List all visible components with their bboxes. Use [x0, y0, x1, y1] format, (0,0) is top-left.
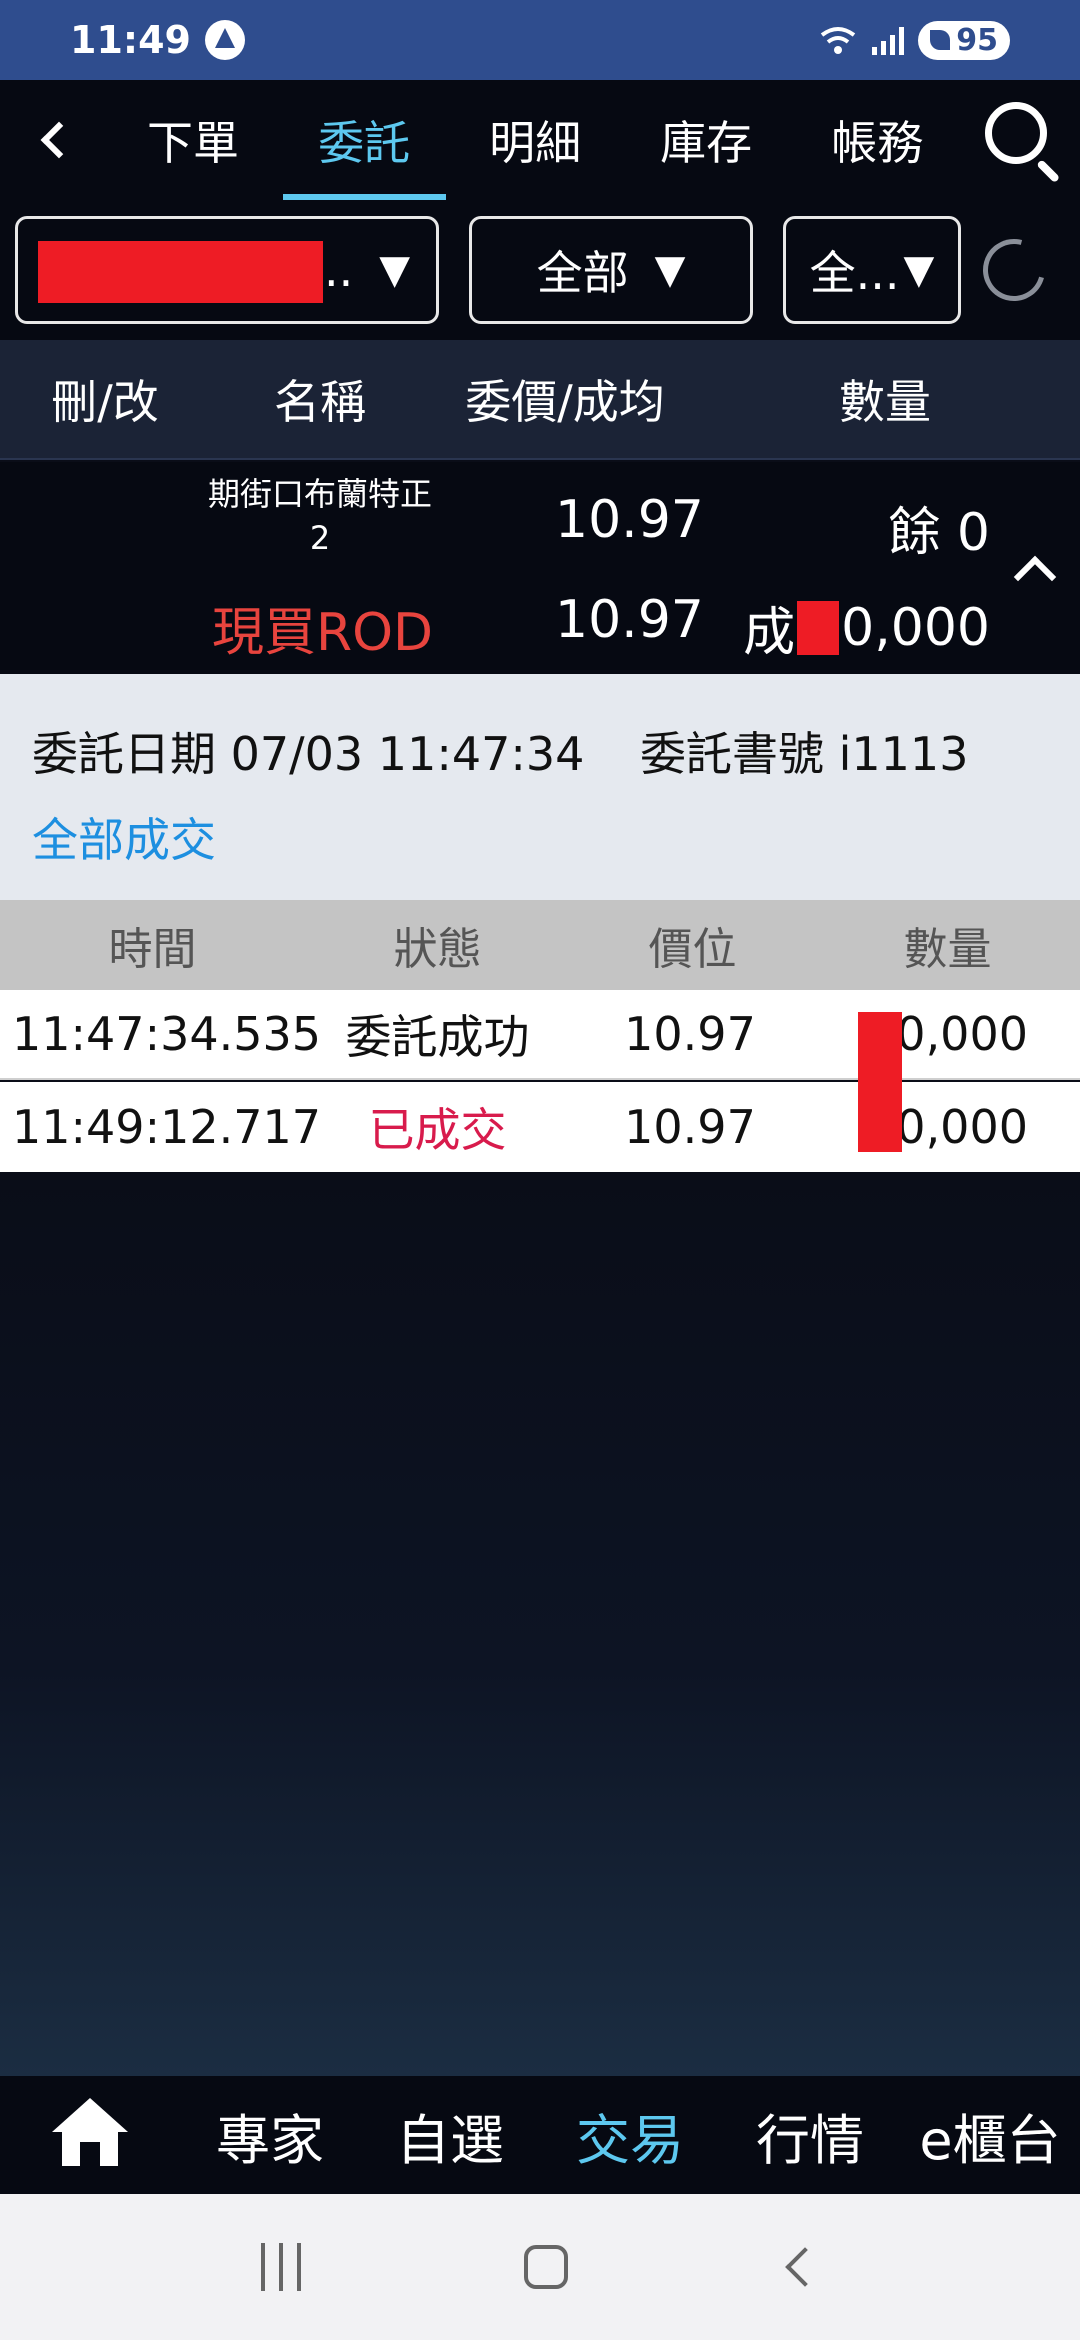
tab-inventory[interactable]: 庫存	[621, 80, 792, 200]
battery-indicator: 95	[918, 20, 1010, 60]
tab-orders[interactable]: 委託	[279, 80, 450, 200]
fill-price: 10.97	[624, 1007, 756, 1061]
battery-level: 95	[956, 22, 998, 58]
top-tab-bar: 下單 委託 明細 庫存 帳務	[0, 80, 1080, 200]
search-button[interactable]	[963, 80, 1080, 200]
nav-expert[interactable]: 專家	[180, 2096, 360, 2175]
col-price: 委價/成均	[465, 375, 665, 429]
status-time: 11:49	[70, 18, 191, 62]
filled-suffix: 0,000	[841, 597, 990, 658]
order-number: 委託書號 i1113	[640, 727, 969, 781]
order-name-line2: 2	[309, 519, 331, 557]
col-quantity: 數量	[839, 375, 931, 429]
redaction-block	[38, 241, 323, 303]
app-notification-icon	[204, 20, 245, 60]
dropdown-arrow-icon: ▼	[654, 247, 686, 293]
fill-status: 已成交	[368, 1103, 507, 1157]
table-row: 11:47:34.535 委託成功 10.97 0,000	[0, 990, 1080, 1080]
home-button[interactable]	[0, 2076, 180, 2194]
tab-accounts[interactable]: 帳務	[792, 80, 963, 200]
order-list-header: 刪/改 名稱 委價/成均 數量	[0, 340, 1080, 460]
nav-e-counter[interactable]: e櫃台	[900, 2096, 1080, 2175]
tab-details[interactable]: 明細	[450, 80, 621, 200]
order-type-value: 全部	[536, 246, 629, 300]
status-bar: 11:49 95	[0, 0, 1080, 80]
fill-time: 11:49:12.717	[12, 1100, 322, 1154]
back-button[interactable]	[0, 80, 108, 200]
order-status: 全部成交	[32, 813, 216, 867]
chevron-up-icon[interactable]	[1013, 555, 1057, 599]
order-name-line1: 期街口布蘭特正	[207, 475, 432, 513]
system-back-icon[interactable]	[784, 2247, 825, 2287]
nav-trade[interactable]: 交易	[540, 2096, 720, 2175]
refresh-icon[interactable]	[971, 227, 1057, 313]
system-nav-bar	[0, 2194, 1080, 2340]
market-value: 全...	[809, 246, 900, 300]
col-name: 名稱	[274, 375, 366, 429]
market-dropdown[interactable]: 全... ▼	[783, 216, 961, 324]
col-action: 刪/改	[51, 375, 159, 429]
order-detail-panel: 委託日期 07/03 11:47:34 委託書號 i1113 全部成交	[0, 674, 1080, 900]
order-avg-price: 10.97	[555, 590, 704, 650]
system-home-icon[interactable]	[523, 2245, 568, 2289]
signal-icon	[872, 25, 905, 55]
order-filled: 成 0,000	[743, 590, 990, 665]
fill-price: 10.97	[624, 1100, 756, 1154]
fill-time: 11:47:34.535	[12, 1007, 322, 1061]
filled-prefix: 成	[743, 603, 796, 663]
dropdown-arrow-icon: ▼	[379, 247, 410, 293]
order-type-dropdown[interactable]: 全部 ▼	[469, 216, 753, 324]
redaction-block	[858, 1012, 902, 1152]
fill-status: 委託成功	[345, 1010, 530, 1064]
redaction-block	[797, 600, 840, 655]
order-name: 期街口布蘭特正 2	[200, 472, 440, 560]
filter-bar: 3... ▼ 全部 ▼ 全... ▼	[0, 200, 1080, 340]
tab-place-order[interactable]: 下單	[108, 80, 279, 200]
chevron-left-icon	[40, 121, 78, 159]
recents-icon[interactable]	[261, 2243, 302, 2291]
fills-col-status: 狀態	[393, 924, 482, 975]
dropdown-arrow-icon: ▼	[903, 247, 935, 293]
empty-content-area	[0, 1172, 1080, 2076]
wifi-icon	[818, 25, 858, 55]
power-saving-icon	[930, 30, 951, 50]
fills-col-price: 價位	[648, 924, 737, 975]
nav-watchlist[interactable]: 自選	[360, 2096, 540, 2175]
order-remaining: 餘 0	[888, 503, 990, 563]
order-date: 委託日期 07/03 11:47:34	[32, 727, 585, 781]
order-row[interactable]: 期街口布蘭特正 2 10.97 餘 0 現買ROD 10.97 成 0,000	[0, 462, 1080, 674]
order-price: 10.97	[555, 490, 704, 550]
fills-col-qty: 數量	[903, 924, 992, 975]
bottom-nav-bar: 專家 自選 交易 行情 e櫃台	[0, 2076, 1080, 2194]
fills-table-header: 時間 狀態 價位 數量	[0, 900, 1080, 990]
nav-quotes[interactable]: 行情	[720, 2096, 900, 2175]
order-type: 現買ROD	[212, 603, 434, 663]
fills-col-time: 時間	[108, 924, 197, 975]
account-dropdown[interactable]: 3... ▼	[15, 216, 439, 324]
table-row: 11:49:12.717 已成交 10.97 0,000	[0, 1082, 1080, 1172]
